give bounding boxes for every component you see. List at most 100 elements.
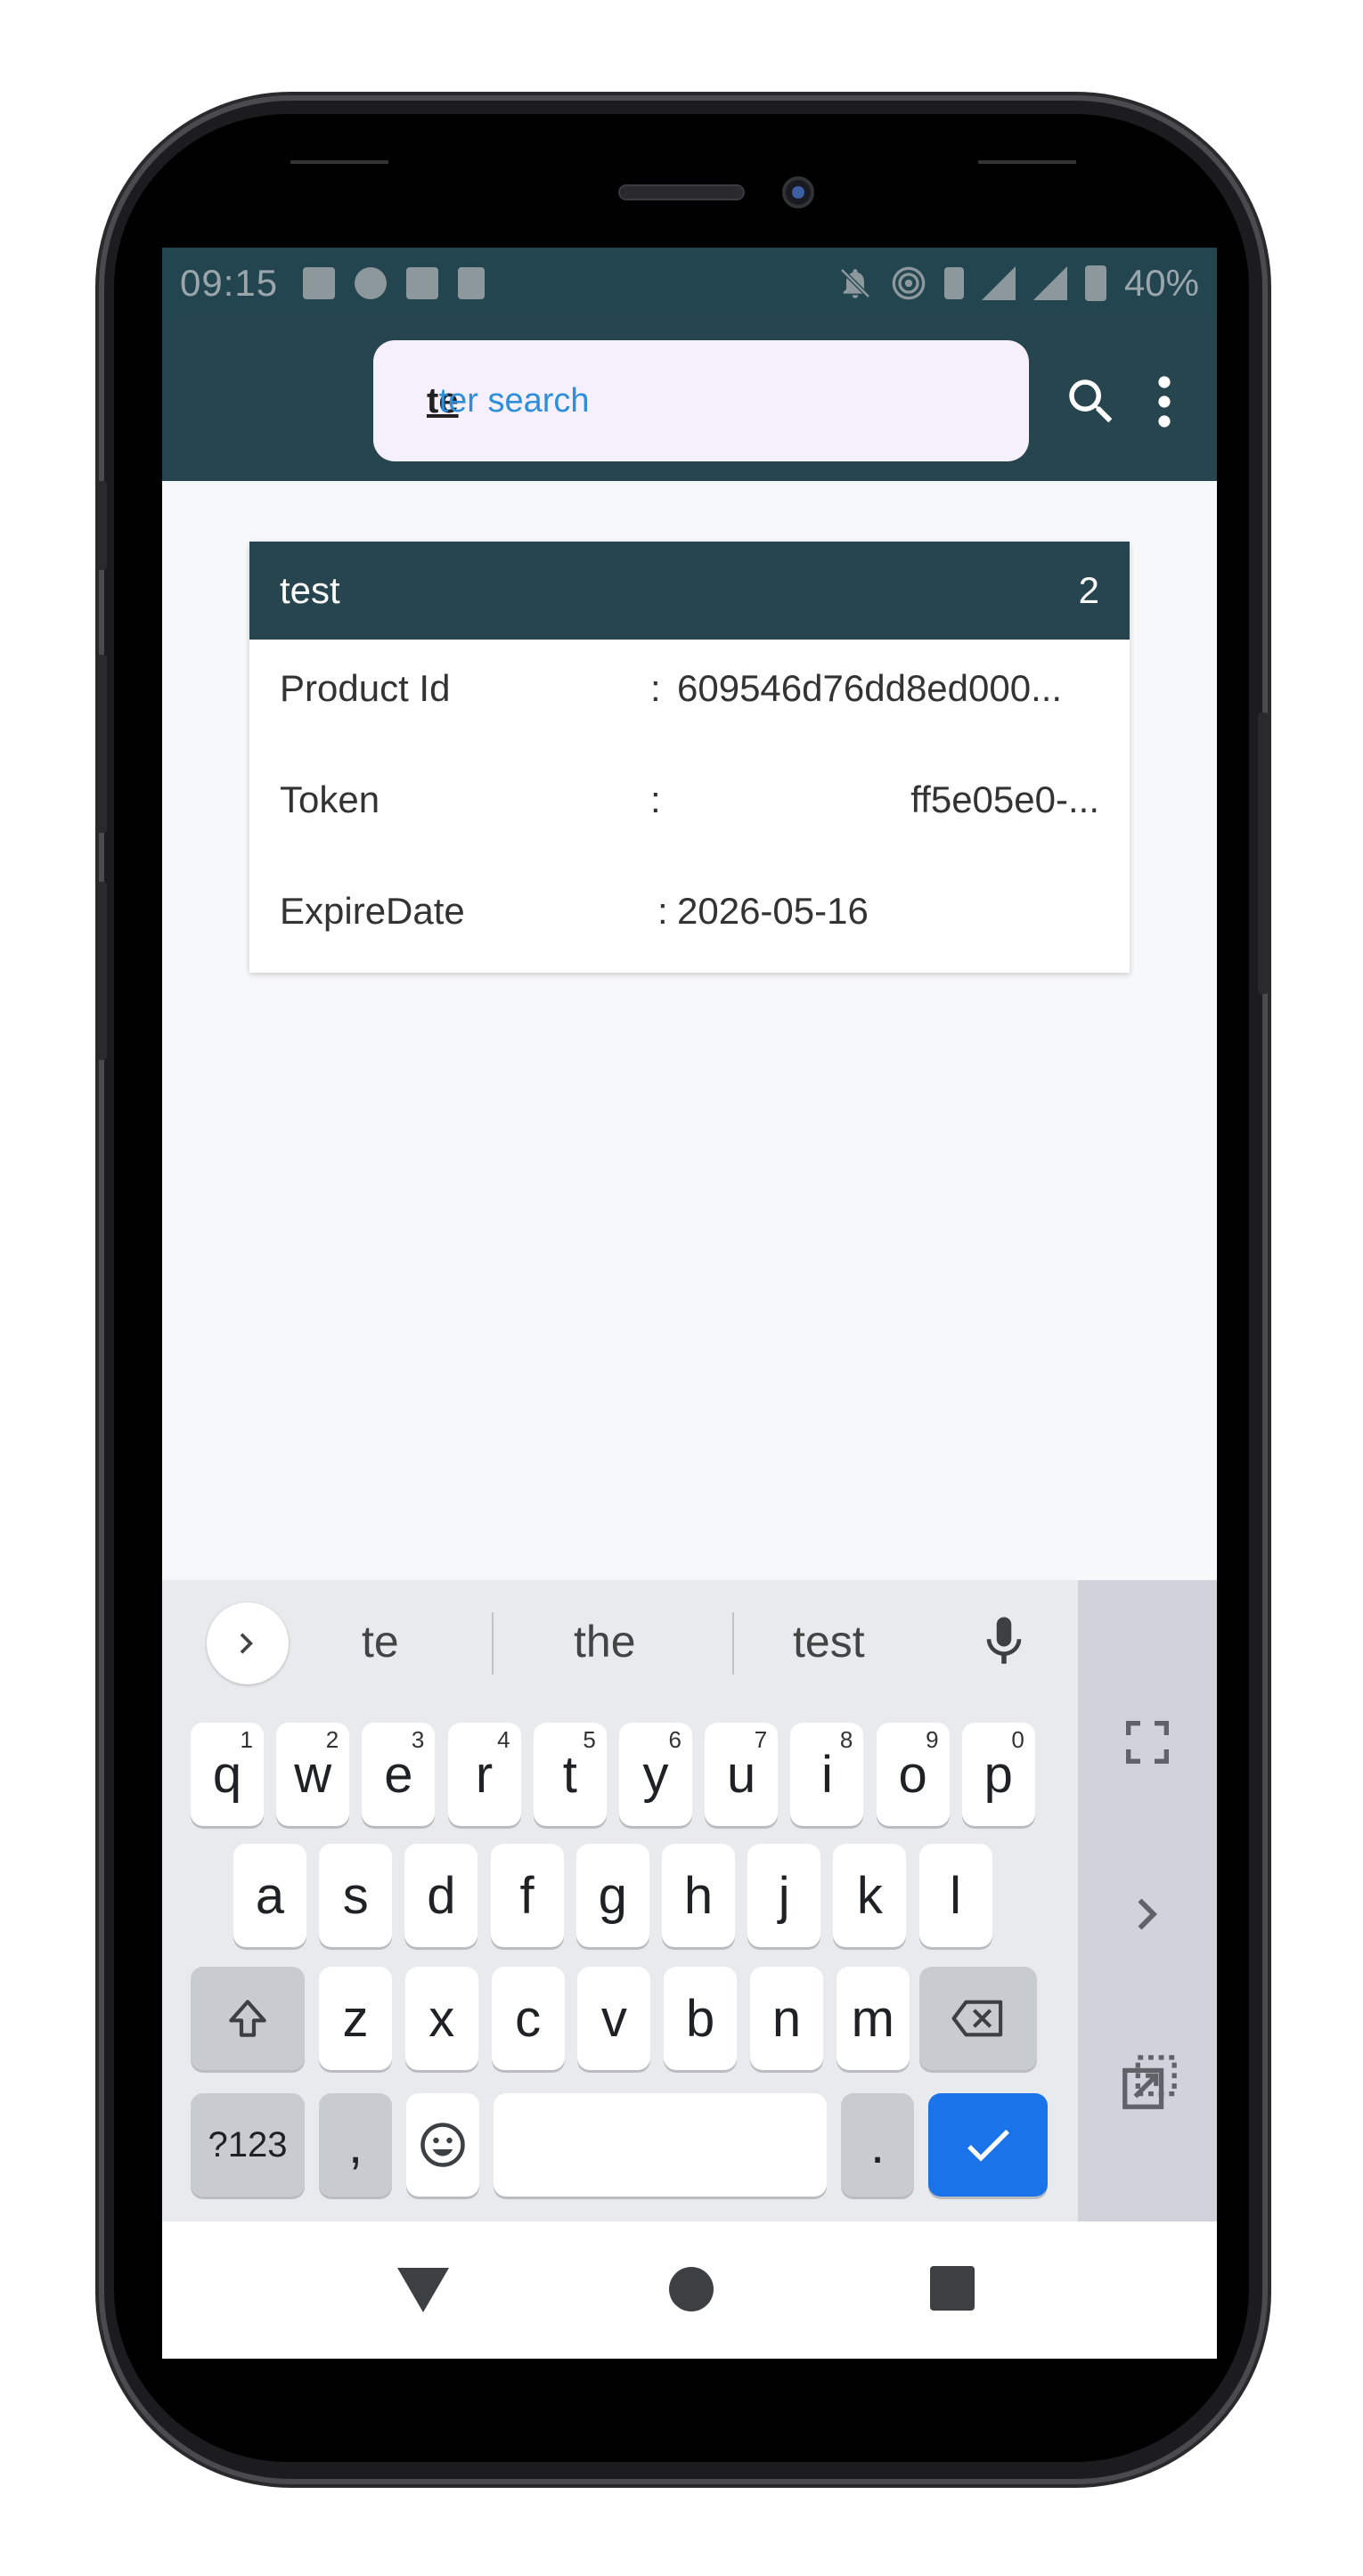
comma-key[interactable]: ,: [319, 2093, 392, 2197]
emoji-icon: [420, 2123, 465, 2167]
key-label: y: [642, 1745, 669, 1804]
chat-bubble-icon: [355, 267, 388, 299]
key-label: u: [727, 1745, 756, 1804]
bezel-line: [978, 160, 1076, 164]
row-value: ff5e05e0-...: [910, 779, 1099, 820]
row-colon: :: [657, 890, 668, 932]
key-number-hint: 4: [497, 1726, 510, 1753]
signal-icon: [981, 266, 1016, 300]
key-b[interactable]: b: [664, 1967, 738, 2070]
key-p[interactable]: p0: [961, 1723, 1035, 1826]
key-d[interactable]: d: [404, 1844, 478, 1947]
phone-side-button: [96, 882, 107, 1060]
bezel-line: [290, 160, 388, 164]
search-icon[interactable]: [1062, 372, 1121, 431]
back-icon[interactable]: [396, 2266, 451, 2314]
key-m[interactable]: m: [836, 1967, 910, 2070]
key-j[interactable]: j: [747, 1844, 821, 1947]
key-label: q: [212, 1745, 242, 1804]
key-y[interactable]: y6: [619, 1723, 692, 1826]
key-number-hint: 8: [839, 1726, 853, 1753]
phone-side-button: [96, 655, 107, 833]
image-icon: [303, 267, 336, 299]
suggestion-item[interactable]: te: [362, 1616, 399, 1667]
recents-icon[interactable]: [930, 2266, 975, 2311]
checkmark-icon: [967, 2129, 1009, 2162]
shift-key[interactable]: [191, 1967, 305, 2070]
key-g[interactable]: g: [575, 1844, 649, 1947]
result-card[interactable]: test 2 Product Id : 609546d76dd8ed000...…: [249, 542, 1130, 973]
row-colon: :: [650, 779, 661, 820]
lock-icon: [458, 267, 486, 299]
key-f[interactable]: f: [490, 1844, 564, 1947]
suggestion-item[interactable]: test: [793, 1616, 865, 1667]
row-label: Product Id: [280, 667, 451, 709]
key-label: v: [600, 1989, 627, 2048]
card-title: test: [280, 569, 340, 611]
key-number-hint: 2: [325, 1726, 339, 1753]
row-label: Token: [280, 779, 380, 820]
search-placeholder: ter search: [438, 381, 590, 420]
navigation-bar: [162, 2221, 1217, 2359]
key-e[interactable]: e3: [362, 1723, 436, 1826]
key-c[interactable]: c: [491, 1967, 565, 2070]
key-label: a: [255, 1866, 285, 1925]
space-key[interactable]: [494, 2093, 827, 2197]
key-t[interactable]: t5: [533, 1723, 607, 1826]
key-label: k: [856, 1866, 883, 1925]
battery-percent: 40%: [1123, 262, 1199, 304]
key-label: f: [519, 1866, 535, 1925]
suggestion-divider: [732, 1612, 734, 1675]
symbols-key[interactable]: ?123: [191, 2093, 305, 2197]
floating-keyboard-icon[interactable]: [1117, 2052, 1179, 2115]
period-key[interactable]: .: [841, 2093, 914, 2197]
key-label: x: [428, 1989, 455, 2048]
key-number-hint: 1: [240, 1726, 253, 1753]
phone-side-button: [96, 481, 107, 570]
key-label: s: [342, 1866, 369, 1925]
key-h[interactable]: h: [662, 1844, 735, 1947]
home-icon[interactable]: [668, 2266, 714, 2312]
key-i[interactable]: i8: [790, 1723, 864, 1826]
key-x[interactable]: x: [404, 1967, 478, 2070]
shift-icon: [229, 2000, 266, 2037]
notifications-off-icon: [840, 268, 870, 298]
backspace-key[interactable]: [919, 1967, 1037, 2070]
key-n[interactable]: n: [750, 1967, 823, 2070]
key-w[interactable]: w2: [276, 1723, 350, 1826]
more-vert-icon[interactable]: [1151, 372, 1178, 431]
front-camera: [782, 176, 814, 208]
key-number-hint: 6: [668, 1726, 682, 1753]
app-bar: te ter search: [162, 319, 1217, 481]
backspace-icon: [951, 2000, 1003, 2037]
period-key-label: .: [869, 2115, 886, 2174]
key-q[interactable]: q1: [191, 1723, 264, 1826]
status-bar: 09:15 40%: [162, 248, 1217, 319]
key-v[interactable]: v: [577, 1967, 651, 2070]
enter-key[interactable]: [928, 2093, 1048, 2197]
search-input[interactable]: te ter search: [373, 340, 1029, 461]
on-screen-keyboard: te the test q1w2e3r4t5y6u7i8o9p0 asdfghj…: [162, 1580, 1217, 2221]
key-label: t: [562, 1745, 577, 1804]
card-count: 2: [1078, 569, 1099, 611]
network-h-icon: [943, 267, 964, 299]
suggestion-item[interactable]: the: [574, 1616, 636, 1667]
emoji-key[interactable]: [406, 2093, 479, 2197]
key-s[interactable]: s: [319, 1844, 393, 1947]
key-number-hint: 5: [583, 1726, 596, 1753]
key-a[interactable]: a: [233, 1844, 306, 1947]
keyboard-side-panel: [1078, 1580, 1217, 2221]
key-r[interactable]: r4: [447, 1723, 521, 1826]
key-o[interactable]: o9: [876, 1723, 950, 1826]
chevron-right-icon: [240, 1633, 253, 1654]
key-k[interactable]: k: [833, 1844, 907, 1947]
microphone-icon[interactable]: [975, 1612, 1033, 1671]
key-u[interactable]: u7: [705, 1723, 779, 1826]
suggestion-expand-button[interactable]: [207, 1602, 289, 1684]
key-l[interactable]: l: [918, 1844, 992, 1947]
key-label: h: [683, 1866, 714, 1925]
key-label: i: [820, 1745, 833, 1804]
chevron-right-icon[interactable]: [1122, 1887, 1176, 1941]
fullscreen-icon[interactable]: [1119, 1714, 1176, 1771]
key-z[interactable]: z: [319, 1967, 392, 2070]
